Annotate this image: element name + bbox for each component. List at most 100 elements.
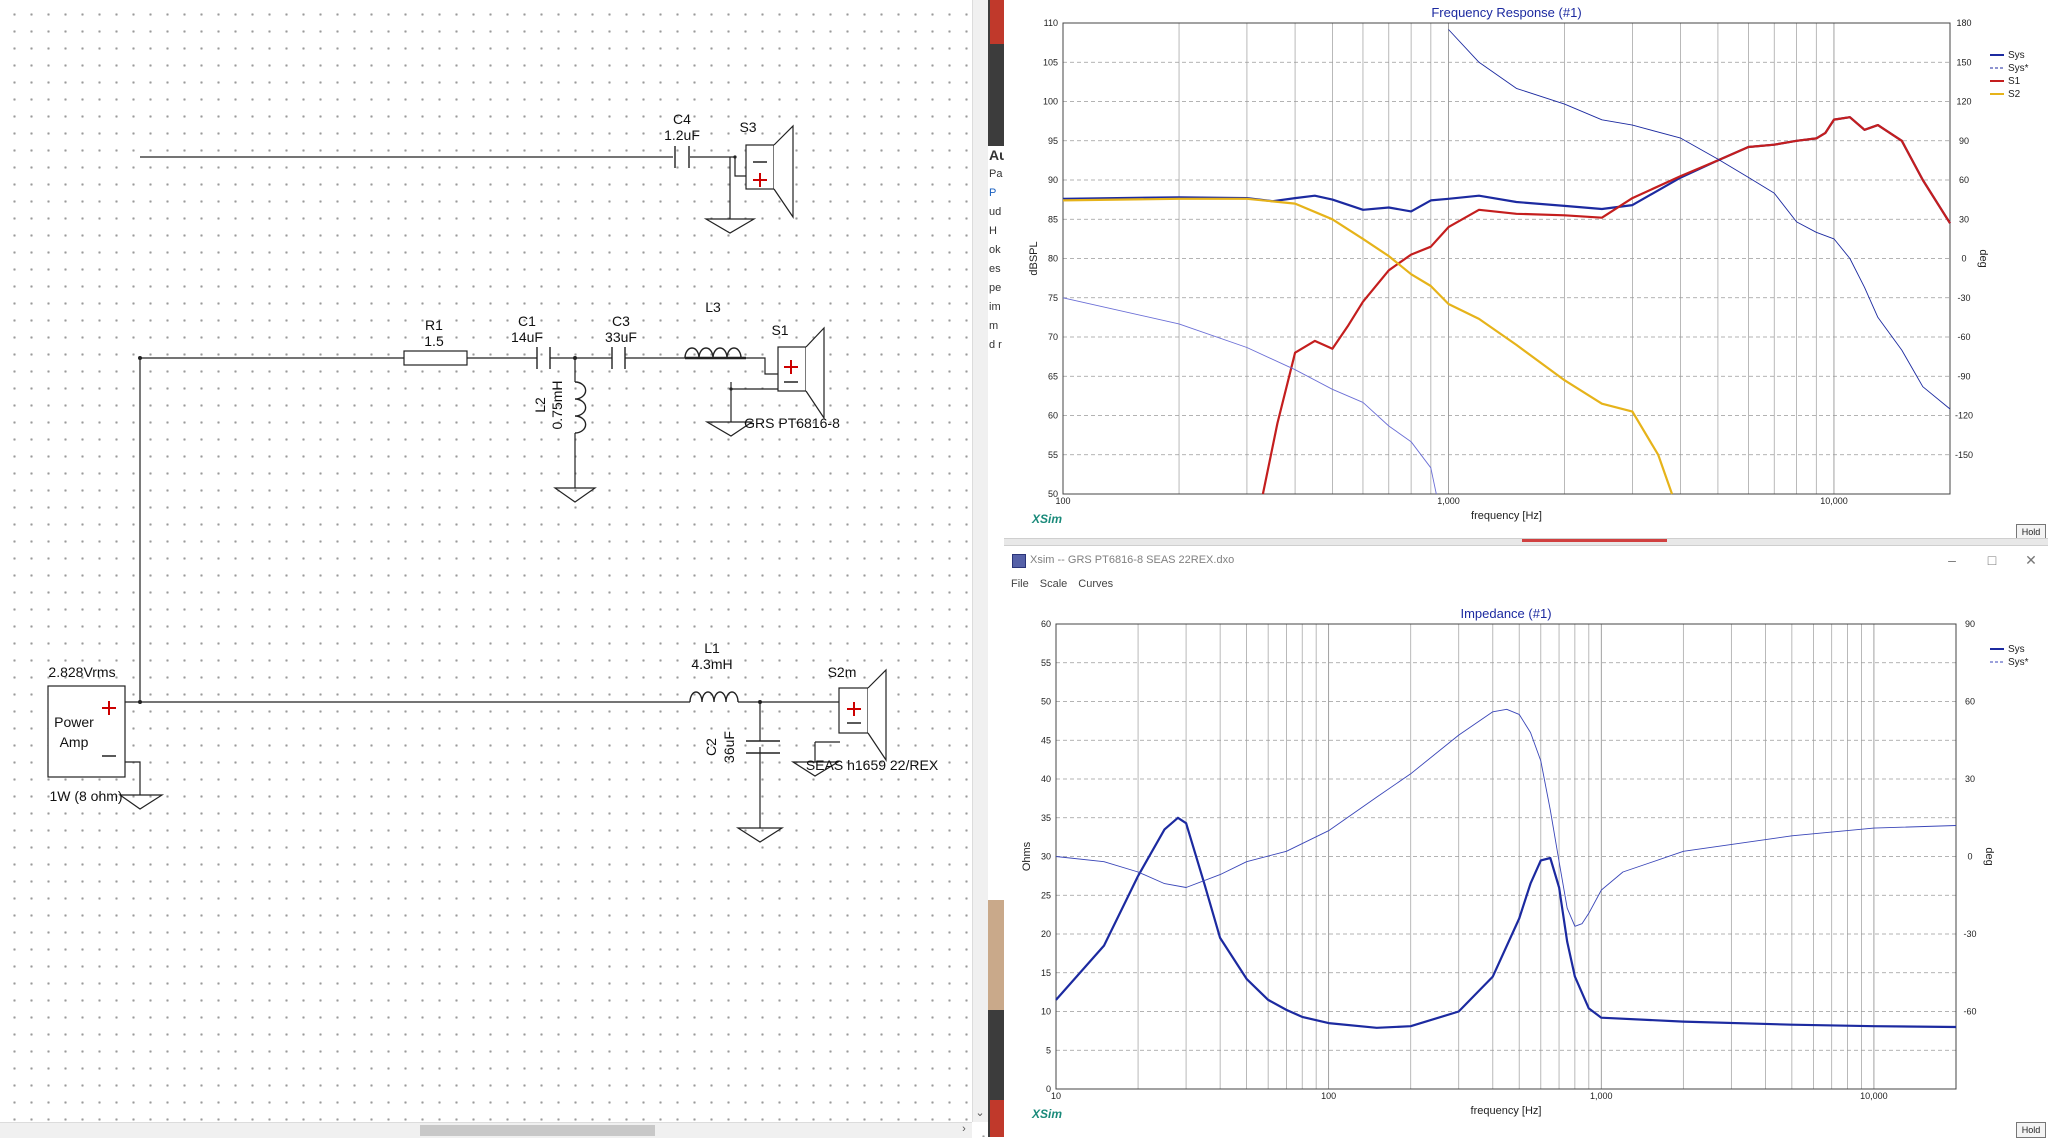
menu-curves[interactable]: Curves — [1071, 576, 1117, 590]
y2-tick-label: 150 — [1956, 57, 1971, 67]
chart-grid — [1055, 623, 1957, 1090]
y-tick-label: 60 — [1048, 411, 1058, 421]
s2m-driver-label: SEAS h1659 22/REX — [806, 757, 939, 773]
x-tick-label: 10,000 — [1820, 496, 1848, 506]
ground-amp — [118, 794, 165, 810]
chart-title: Frequency Response (#1) — [1431, 5, 1581, 20]
power-amp — [47, 685, 126, 778]
impedance-titlebar[interactable]: Xsim -- GRS PT6816-8 SEAS 22REX.dxo – □ … — [1004, 546, 2048, 576]
legend-entry: Sys* — [2008, 657, 2029, 668]
c2-value: 36uF — [721, 731, 737, 763]
frequency-response-chart: 50556065707580859095100105110-150-120-90… — [1028, 5, 2029, 526]
s1-driver-label: GRS PT6816-8 — [744, 415, 840, 431]
y2-tick-label: -30 — [1957, 293, 1970, 303]
y-axis-ticks: 50556065707580859095100105110 — [1043, 18, 1058, 499]
l2-value: 0.75mH — [549, 380, 565, 429]
y-tick-label: 70 — [1048, 332, 1058, 342]
minimize-icon[interactable]: – — [1937, 550, 1967, 570]
y-tick-label: 110 — [1044, 18, 1058, 28]
l1-value: 4.3mH — [691, 656, 732, 672]
y2-tick-label: 30 — [1959, 214, 1969, 224]
menu-scale[interactable]: Scale — [1033, 576, 1072, 590]
y2-tick-label: 0 — [1961, 254, 1966, 264]
series-line-sys-star — [1448, 29, 1951, 410]
y2-axis-label: deg — [1983, 847, 1995, 865]
s1-name: S1 — [771, 322, 788, 338]
x-tick-label: 100 — [1321, 1091, 1336, 1101]
y-tick-label: 55 — [1041, 658, 1051, 668]
menu-file[interactable]: File — [1004, 576, 1033, 590]
ground-s3 — [703, 218, 757, 234]
y-tick-label: 95 — [1048, 136, 1058, 146]
impedance-chart: 051015202530354045505560-60-30030609010 1… — [1021, 606, 2029, 1121]
scroll-down-arrow-icon[interactable]: ⌄ — [972, 1106, 988, 1120]
y2-tick-label: -60 — [1957, 332, 1970, 342]
scroll-right-arrow-icon[interactable]: › — [956, 1123, 972, 1137]
c3-name: C3 — [612, 313, 630, 329]
r1-value: 1.5 — [424, 333, 444, 349]
y-tick-label: 5 — [1046, 1045, 1051, 1055]
y-tick-label: 35 — [1041, 813, 1051, 823]
background-app-red-bar — [990, 1100, 1004, 1137]
y2-tick-label: -90 — [1957, 371, 1970, 381]
schematic-horizontal-scrollbar[interactable] — [0, 1122, 972, 1138]
amp-label-line2: Amp — [60, 734, 89, 750]
impedance-window[interactable]: Xsim -- GRS PT6816-8 SEAS 22REX.dxo – □ … — [1004, 545, 2048, 1138]
l1-name: L1 — [704, 640, 720, 656]
chart-title: Impedance (#1) — [1460, 606, 1551, 621]
y2-tick-label: 60 — [1959, 175, 1969, 185]
y2-axis-ticks: -60 -30 0 30 60 90 — [1963, 619, 1976, 1017]
ground-c2 — [735, 827, 785, 843]
schematic-vertical-scrollbar[interactable] — [972, 0, 989, 1122]
y2-tick-label: 180 — [1956, 18, 1971, 28]
c3-value: 33uF — [605, 329, 637, 345]
menu-bar: File Scale Curves — [1004, 576, 1117, 596]
schematic-canvas[interactable]: C4 1.2uF S3 R1 1.5 C1 14uF C3 33uF L3 S1… — [0, 0, 988, 1137]
amp-voltage: 2.828Vrms — [48, 664, 115, 680]
y-tick-label: 85 — [1048, 214, 1058, 224]
c1-name: C1 — [518, 313, 536, 329]
horizontal-scroll-thumb[interactable] — [420, 1125, 655, 1136]
c4-value: 1.2uF — [664, 127, 700, 143]
chart-legend: Sys Sys* S1 S2 — [1990, 50, 2029, 100]
x-axis-ticks: 100 1,000 10,000 — [1055, 496, 1847, 506]
y-tick-label: 45 — [1041, 735, 1051, 745]
x-tick-label: 1,000 — [1590, 1091, 1613, 1101]
c4-name: C4 — [673, 111, 691, 127]
window-separator-accent — [1522, 539, 1667, 542]
series-line-sys — [1062, 116, 1951, 224]
s3-name: S3 — [739, 119, 756, 135]
y-tick-label: 60 — [1041, 619, 1051, 629]
schematic-diagram: C4 1.2uF S3 R1 1.5 C1 14uF C3 33uF L3 S1… — [47, 111, 939, 843]
frequency-response-window[interactable]: 50 55 60 65 70 75 80 85 90 95 100 105 110 -150 -120 -90… — [1004, 0, 2048, 540]
x-tick-label: 100 — [1055, 496, 1070, 506]
y2-tick-label: -120 — [1955, 411, 1973, 421]
y-tick-label: 25 — [1041, 890, 1051, 900]
legend-entry: S1 — [2008, 76, 2021, 87]
y-axis-label: Ohms — [1021, 841, 1033, 871]
series-line-s2 — [1062, 197, 1674, 495]
amp-power: 1W (8 ohm) — [49, 788, 122, 804]
y2-tick-label: 90 — [1959, 136, 1969, 146]
x-tick-label: 10,000 — [1860, 1091, 1888, 1101]
close-icon[interactable]: ✕ — [2016, 550, 2046, 570]
c2-name: C2 — [703, 738, 719, 756]
hold-button[interactable]: Hold — [2016, 1122, 2046, 1138]
x-axis-ticks: 10 100 1,000 10,000 — [1051, 1091, 1888, 1101]
y-tick-label: 30 — [1041, 852, 1051, 862]
maximize-icon[interactable]: □ — [1977, 550, 2007, 570]
l3-name: L3 — [705, 299, 721, 315]
y-tick-label: 20 — [1041, 929, 1051, 939]
inductor-l2 — [574, 381, 587, 434]
series-line-phase — [1062, 297, 1437, 495]
y-axis-ticks: 051015202530354045505560 — [1041, 619, 1051, 1094]
xsim-brand-label: XSim — [1031, 1107, 1062, 1121]
y2-tick-label: -30 — [1963, 929, 1976, 939]
y2-tick-label: 90 — [1965, 619, 1975, 629]
y-tick-label: 15 — [1041, 968, 1051, 978]
inductor-l3 — [684, 347, 746, 360]
y2-tick-label: 120 — [1956, 97, 1971, 107]
speaker-s1 — [777, 326, 825, 420]
l2-name: L2 — [532, 397, 548, 413]
xsim-app-icon — [1012, 554, 1026, 568]
